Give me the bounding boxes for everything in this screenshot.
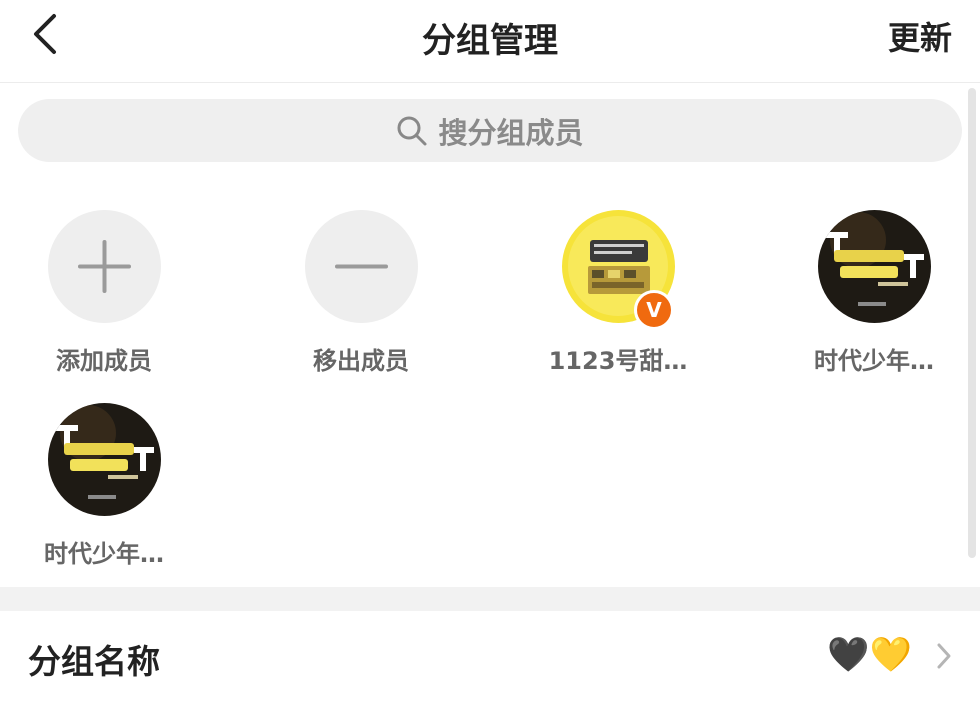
minus-icon [334,264,388,269]
search-icon [397,116,427,145]
search-bar[interactable]: 搜分组成员 [18,99,962,162]
search-placeholder: 搜分组成员 [438,115,584,150]
remove-member-label: 移出成员 [313,347,409,375]
verified-badge-icon: V [634,290,674,330]
plus-icon [77,240,131,293]
member-avatar-image [817,210,931,323]
top-bar: 分组管理 更新 [0,0,980,83]
member-name: 时代少年… [814,347,934,375]
group-name-row[interactable]: 分组名称 🖤💛 [0,611,980,704]
remove-member-circle [304,210,418,323]
group-name-label: 分组名称 [28,642,160,681]
group-name-value: 🖤💛 [827,635,912,675]
member-name: 时代少年… [44,540,164,568]
page-title: 分组管理 [422,21,558,61]
avatar [817,210,931,323]
remove-member-button[interactable]: 移出成员 [261,210,461,376]
add-member-circle [47,210,161,323]
update-button[interactable]: 更新 [888,13,952,59]
chevron-right-icon [937,643,951,669]
member-item[interactable]: 1123号甜… [518,210,718,376]
member-name: 1123号甜… [548,347,688,375]
section-divider [0,587,980,611]
member-item[interactable]: 时代少年… [774,210,974,376]
add-member-label: 添加成员 [56,347,152,375]
member-avatar-image [47,403,161,516]
add-member-button[interactable]: 添加成员 [4,210,204,376]
avatar [47,403,161,516]
member-item[interactable]: 时代少年… [4,403,204,569]
